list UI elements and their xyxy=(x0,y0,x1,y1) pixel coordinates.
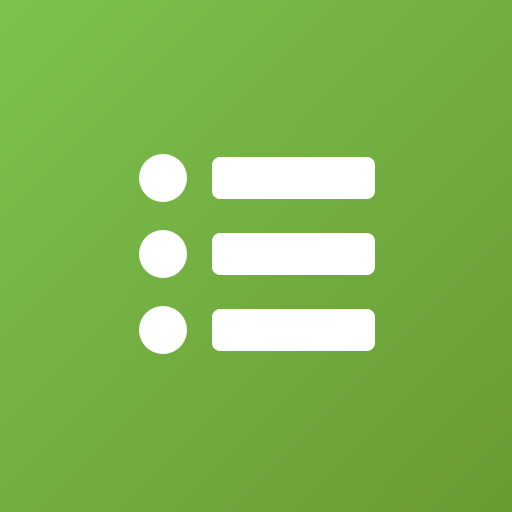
line-bar xyxy=(212,309,375,351)
app-icon xyxy=(0,0,512,512)
line-bar xyxy=(212,157,375,199)
line-bar xyxy=(212,233,375,275)
bullet-dot xyxy=(139,154,187,202)
bullet-dot xyxy=(139,306,187,354)
bullet-dot xyxy=(139,230,187,278)
list-icon xyxy=(0,0,512,512)
